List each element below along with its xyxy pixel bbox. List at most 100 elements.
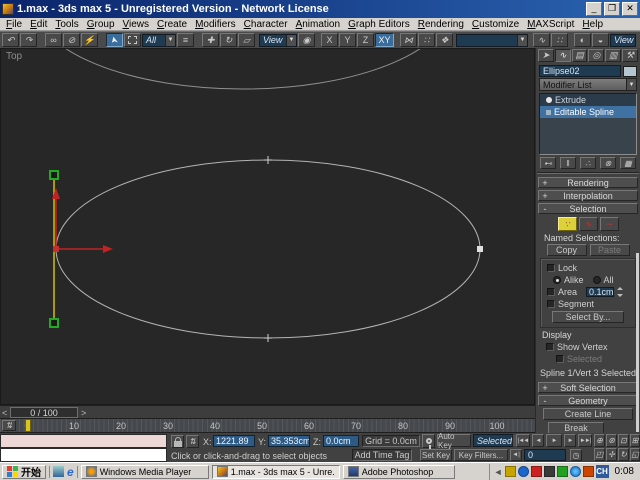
bind-spacewarp-button[interactable]: ⚡ xyxy=(81,33,98,47)
internet-explorer-icon[interactable]: e xyxy=(67,465,74,479)
menu-rendering[interactable]: Rendering xyxy=(414,19,468,30)
y-coordinate-field[interactable]: 35.353cm xyxy=(268,435,310,447)
restrict-xy-plane-button[interactable]: XY xyxy=(375,33,394,47)
taskbar-task-photoshop[interactable]: Adobe Photoshop xyxy=(342,464,455,479)
segment-end-checkbox[interactable] xyxy=(547,300,555,308)
tab-motion[interactable]: ◎ xyxy=(588,49,605,62)
object-name-field[interactable]: Ellipse02 xyxy=(539,65,621,77)
viewport-canvas[interactable] xyxy=(1,0,534,404)
menu-create[interactable]: Create xyxy=(153,19,191,30)
lightbulb-icon[interactable] xyxy=(546,97,552,103)
set-key-button[interactable]: Set Key xyxy=(420,449,452,461)
object-color-swatch[interactable] xyxy=(623,65,637,77)
bezier-handle-bottom[interactable] xyxy=(49,318,59,328)
rollout-rendering[interactable]: + Rendering xyxy=(538,177,638,188)
stack-item-extrude[interactable]: Extrude xyxy=(540,94,636,106)
volume-icon[interactable]: ◄ xyxy=(494,467,503,477)
time-slider-handle[interactable]: 0 / 100 xyxy=(10,407,78,418)
stack-item-editable-spline[interactable]: Editable Spline xyxy=(540,106,636,118)
menu-animation[interactable]: Animation xyxy=(292,19,344,30)
restrict-y-button[interactable]: Y xyxy=(339,33,356,47)
tray-icon-6[interactable] xyxy=(569,466,581,477)
start-button[interactable]: 开始 xyxy=(2,464,46,479)
bezier-handle-top[interactable] xyxy=(49,170,59,180)
reference-coordinate-dropdown[interactable]: View ▼ xyxy=(259,33,297,47)
selection-lock-toggle[interactable] xyxy=(171,435,184,448)
key-step-toggle[interactable]: ◄| xyxy=(510,449,522,461)
remove-modifier-button[interactable]: ⊗ xyxy=(600,157,616,169)
selected-vertex-marker[interactable] xyxy=(53,246,59,252)
area-selection-checkbox[interactable] xyxy=(547,288,555,296)
restore-button[interactable]: ❐ xyxy=(604,2,620,16)
language-indicator[interactable]: CH xyxy=(595,465,609,478)
curve-editor-button[interactable]: ∿ xyxy=(533,33,550,47)
pin-stack-button[interactable]: ⊷ xyxy=(540,157,556,169)
time-marker[interactable] xyxy=(25,419,31,432)
tab-hierarchy[interactable]: ▤ xyxy=(571,49,588,62)
render-type-dropdown[interactable]: View xyxy=(610,33,636,47)
selected-only-checkbox[interactable] xyxy=(556,355,564,363)
zoom-button[interactable]: ⊕ xyxy=(594,434,605,447)
rotate-button[interactable]: ↻ xyxy=(220,33,237,47)
previous-frame-arrow[interactable]: < xyxy=(2,408,7,418)
menu-graph-editors[interactable]: Graph Editors xyxy=(344,19,414,30)
absolute-offset-toggle[interactable]: ⇅ xyxy=(186,435,199,448)
key-mode-dropdown[interactable]: Selected ▼ xyxy=(473,434,523,447)
next-frame-arrow[interactable]: > xyxy=(81,408,86,418)
menu-group[interactable]: Group xyxy=(83,19,119,30)
vertex-subobject-button[interactable]: ∵ xyxy=(557,217,577,231)
scale-button[interactable]: ▱ xyxy=(238,33,255,47)
tray-icon-2[interactable] xyxy=(517,466,529,477)
tray-icon-7[interactable] xyxy=(582,466,594,477)
break-button[interactable]: Break xyxy=(548,422,604,433)
zoom-all-button[interactable]: ⊛ xyxy=(606,434,617,447)
arc-rotate-button[interactable]: ↻ xyxy=(618,448,629,461)
selection-filter-dropdown[interactable]: All ▼ xyxy=(142,33,176,47)
use-center-button[interactable]: ◉ xyxy=(298,33,315,47)
move-button[interactable]: ✚ xyxy=(202,33,219,47)
viewport-top[interactable]: Top xyxy=(0,0,535,405)
add-time-tag[interactable]: Add Time Tag xyxy=(352,449,412,461)
minimize-button[interactable]: _ xyxy=(586,2,602,16)
viewport-label[interactable]: Top xyxy=(6,51,22,62)
title-bar[interactable]: 1.max - 3ds max 5 - Unregistered Version… xyxy=(0,0,640,18)
key-filters-button[interactable]: Key Filters... xyxy=(454,449,508,461)
previous-frame-button[interactable]: ◄ xyxy=(532,434,544,447)
align-button[interactable]: ∷ xyxy=(418,33,435,47)
set-keys-button[interactable] xyxy=(422,434,435,450)
rollout-interpolation[interactable]: + Interpolation xyxy=(538,190,638,201)
maxscript-mini-listener[interactable] xyxy=(0,448,167,462)
tab-modify[interactable]: ∿ xyxy=(554,49,571,62)
create-line-button[interactable]: Create Line xyxy=(543,408,633,420)
select-by-name-button[interactable]: ≡ xyxy=(177,33,194,47)
time-slider[interactable]: < 0 / 100 > xyxy=(0,405,535,419)
menu-file[interactable]: File xyxy=(2,19,26,30)
vertex-right-marker[interactable] xyxy=(477,246,483,252)
mirror-button[interactable]: ⋈ xyxy=(400,33,417,47)
rollout-soft-selection[interactable]: + Soft Selection xyxy=(538,382,638,393)
current-frame-field[interactable]: 0 xyxy=(524,449,566,461)
link-button[interactable]: ∞ xyxy=(45,33,62,47)
auto-key-button[interactable]: Auto Key xyxy=(437,432,471,450)
gizmo-x-arrowhead[interactable] xyxy=(103,245,113,253)
select-object-button[interactable]: ➤ xyxy=(106,33,123,47)
render-scene-button[interactable]: ◒ xyxy=(592,33,609,47)
spline-ellipse01-partial[interactable] xyxy=(33,0,453,90)
redo-button[interactable]: ↷ xyxy=(20,33,37,47)
restrict-z-button[interactable]: Z xyxy=(357,33,374,47)
alike-radio[interactable] xyxy=(553,276,561,284)
area-threshold-field[interactable]: 0.1cm xyxy=(586,287,615,297)
min-max-toggle-button[interactable]: ◱ xyxy=(630,448,640,461)
show-end-result-button[interactable]: ‖ xyxy=(560,157,576,169)
area-threshold-spinner[interactable] xyxy=(617,287,624,297)
zoom-extents-all-button[interactable]: ⊞ xyxy=(630,434,640,447)
select-by-button[interactable]: Select By... xyxy=(552,311,624,323)
vertex-top-tick[interactable] xyxy=(264,156,272,164)
menu-character[interactable]: Character xyxy=(240,19,292,30)
restrict-x-button[interactable]: X xyxy=(321,33,338,47)
undo-button[interactable]: ↶ xyxy=(2,33,19,47)
x-coordinate-field[interactable]: 1221.89 xyxy=(213,435,255,447)
panel-scrollbar[interactable] xyxy=(636,253,639,432)
show-desktop-icon[interactable] xyxy=(53,466,64,477)
maxscript-macro-recorder[interactable] xyxy=(0,434,167,448)
